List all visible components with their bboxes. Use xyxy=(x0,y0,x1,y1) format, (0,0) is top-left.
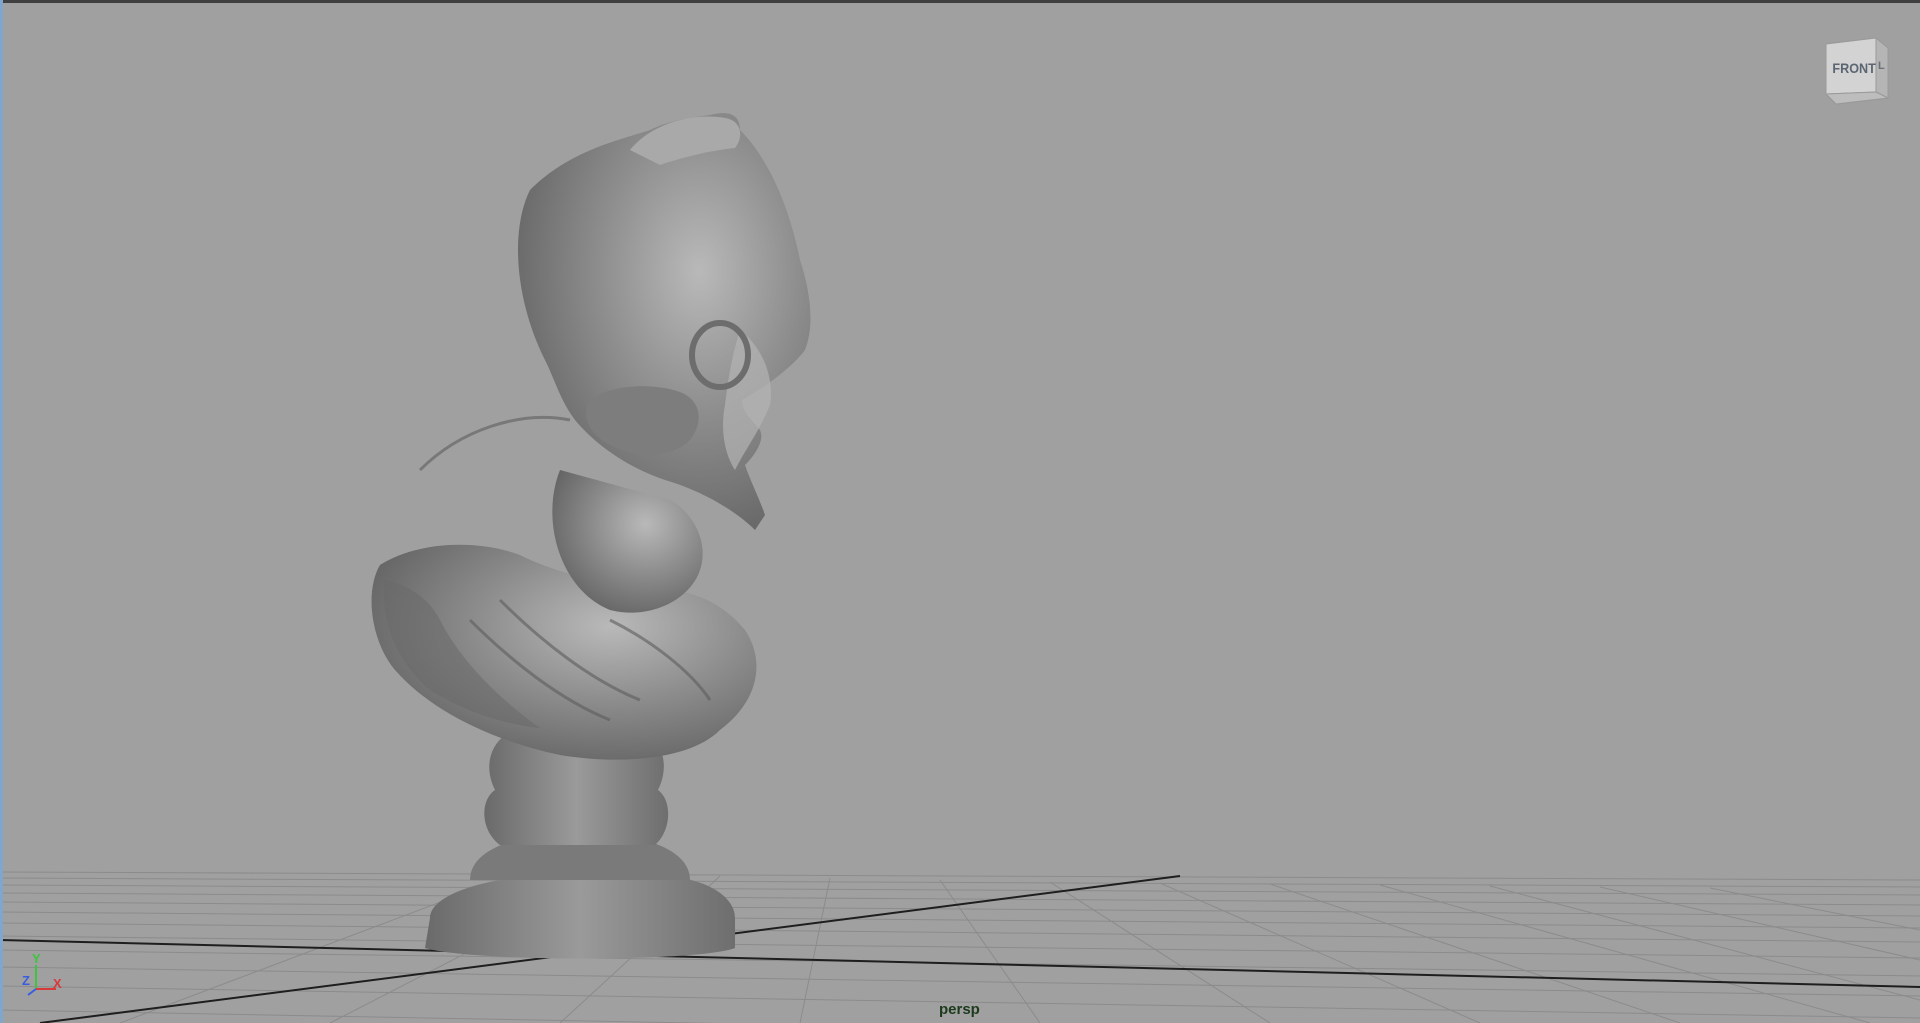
view-cube-left-label[interactable]: L xyxy=(1878,60,1885,72)
view-cube[interactable]: FRONT L xyxy=(1822,36,1890,106)
view-cube-front-label[interactable]: FRONT xyxy=(1832,60,1875,76)
viewport-active-border xyxy=(0,0,3,1023)
camera-name-label: persp xyxy=(939,1001,980,1018)
sculpture-bust-model[interactable] xyxy=(371,113,811,959)
viewport-top-border xyxy=(0,0,1920,3)
axis-z-label: Z xyxy=(22,973,30,988)
scene-canvas[interactable] xyxy=(0,0,1920,1023)
perspective-viewport[interactable]: FRONT L Y Z X persp xyxy=(0,0,1920,1023)
axis-orientation-gizmo: Y Z X xyxy=(20,951,70,1001)
axis-y-label: Y xyxy=(32,951,41,966)
axis-x-label: X xyxy=(53,976,62,991)
